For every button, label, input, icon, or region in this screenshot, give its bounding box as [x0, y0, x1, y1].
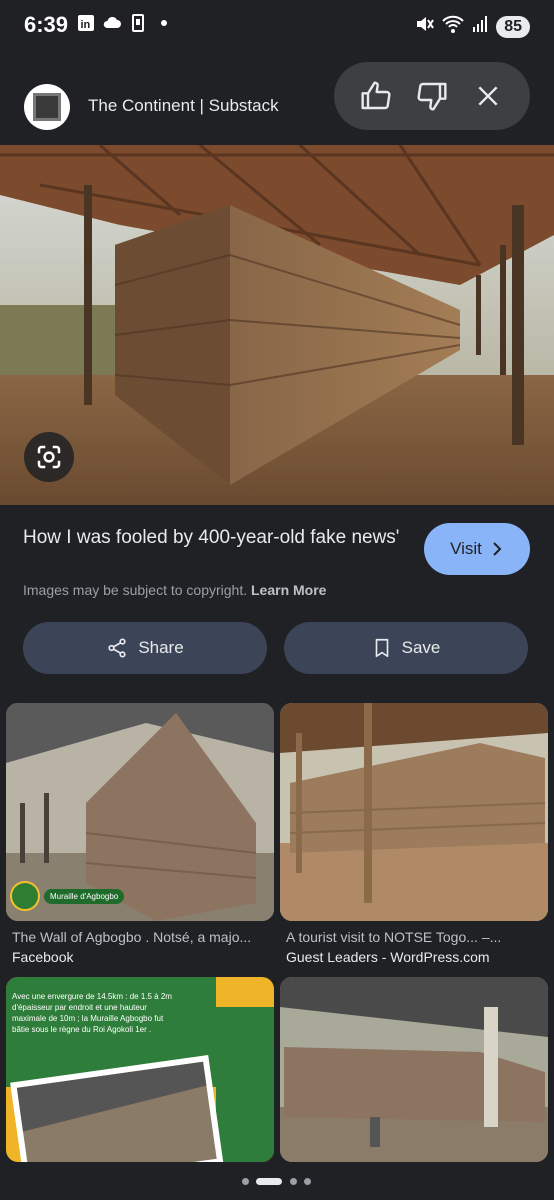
cloud-icon: [102, 14, 122, 34]
result-title[interactable]: How I was fooled by 400-year-old fake ne…: [23, 526, 403, 549]
copyright-text: Images may be subject to copyright.: [23, 582, 248, 598]
related-image-3[interactable]: Avec une envergure de 14.5km : de 1.5 à …: [6, 977, 274, 1162]
thumbs-down-icon[interactable]: [412, 76, 452, 116]
status-left-icons: in: [76, 14, 174, 34]
svg-text:in: in: [81, 19, 91, 31]
share-label: Share: [138, 638, 184, 657]
visit-button[interactable]: Visit: [424, 523, 530, 575]
site-name[interactable]: The Continent | Substack: [88, 96, 279, 116]
related-source-2[interactable]: Guest Leaders - WordPress.com: [286, 949, 490, 965]
page-dot[interactable]: [304, 1178, 311, 1185]
related-source-1[interactable]: Facebook: [12, 949, 73, 965]
dot-icon: [154, 14, 174, 34]
status-time: 6:39: [24, 12, 69, 37]
device-icon: [128, 14, 148, 34]
main-result-image[interactable]: [0, 145, 554, 505]
related-image-2[interactable]: [280, 703, 548, 921]
overlay-text: Avec une envergure de 14.5km : de 1.5 à …: [12, 992, 172, 1034]
save-label: Save: [401, 638, 441, 657]
battery-indicator: 85: [496, 15, 530, 38]
source-badge: Muraille d'Agbogbo: [10, 881, 125, 911]
copyright-notice: Images may be subject to copyright. Lear…: [23, 582, 326, 598]
page-dot[interactable]: [290, 1178, 297, 1185]
signal-icon: [472, 15, 488, 38]
bookmark-icon: [375, 638, 388, 658]
wifi-icon: [442, 14, 464, 39]
status-right-icons: 85: [414, 14, 530, 39]
page-dot[interactable]: [242, 1178, 249, 1185]
lens-search-button[interactable]: [24, 432, 74, 482]
chevron-right-icon: [493, 542, 502, 556]
related-title-2[interactable]: A tourist visit to NOTSE Togo... –...: [286, 929, 544, 945]
related-title-1[interactable]: The Wall of Agbogbo . Notsé, a majo...: [12, 929, 270, 945]
learn-more-link[interactable]: Learn More: [251, 582, 326, 598]
related-image-1[interactable]: Muraille d'Agbogbo: [6, 703, 274, 921]
togo-logo-icon: [10, 881, 40, 911]
related-image-4[interactable]: [280, 977, 548, 1162]
share-button[interactable]: Share: [23, 622, 267, 674]
page-dot-active[interactable]: [256, 1178, 282, 1185]
feedback-pill: [334, 62, 530, 130]
mute-icon: [414, 14, 435, 39]
result-header: The Continent | Substack: [0, 62, 554, 146]
thumbs-up-icon[interactable]: [356, 76, 396, 116]
badge-label: Muraille d'Agbogbo: [44, 888, 125, 904]
site-logo[interactable]: [24, 84, 70, 130]
lens-icon: [37, 445, 61, 469]
save-button[interactable]: Save: [284, 622, 528, 674]
status-bar: 6:39 in 85: [0, 0, 554, 52]
visit-label: Visit: [450, 539, 482, 558]
share-icon: [108, 638, 126, 658]
linkedin-icon: in: [76, 14, 96, 34]
close-icon[interactable]: [468, 76, 508, 116]
